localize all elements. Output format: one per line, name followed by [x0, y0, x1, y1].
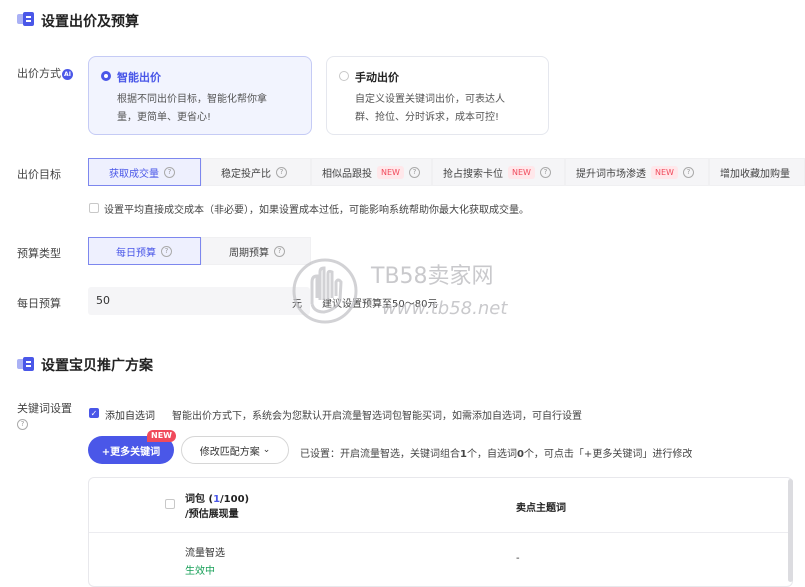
bid-target-tab-volume[interactable]: 获取成交量? — [88, 158, 201, 186]
bid-target-tab-label: 获取成交量 — [109, 168, 159, 180]
summary-count: 1 — [460, 449, 467, 460]
budget-tab-daily[interactable]: 每日预算? — [88, 237, 201, 265]
add-auto-checkbox[interactable]: ✓ — [89, 408, 99, 418]
table-row-theme: - — [516, 553, 520, 564]
help-icon[interactable]: ? — [161, 245, 172, 257]
summary-text: 个，可点击「+更多关键词」进行修改 — [523, 449, 693, 460]
modify-match-button[interactable]: 修改匹配方案 ⌄ — [181, 436, 289, 464]
table-scrollbar[interactable] — [788, 479, 793, 582]
summary-text: 已设置：开启流量智选，关键词组合 — [300, 449, 460, 460]
select-all-checkbox[interactable] — [165, 499, 175, 509]
section-icon — [17, 357, 35, 371]
manual-bid-card[interactable]: 手动出价 自定义设置关键词出价，可表达人 群、抢位、分时诉求，成本可控! — [326, 56, 549, 135]
bid-target-tab-favorites[interactable]: 增加收藏加购量 — [709, 158, 805, 186]
header-text: /预估展现量 — [185, 509, 239, 520]
daily-budget-label: 每日预算 — [17, 297, 61, 310]
keyword-summary: 已设置：开启流量智选，关键词组合1个，自选词0个，可点击「+更多关键词」进行修改 — [300, 445, 692, 460]
status-badge: 生效中 — [185, 566, 215, 577]
bid-target-tab-label: 稳定投产比 — [221, 168, 271, 180]
new-badge: NEW — [508, 165, 535, 179]
watermark-brand: TB58卖家网 — [371, 264, 494, 289]
budget-type-label: 预算类型 — [17, 247, 61, 260]
smart-bid-desc-line1: 根据不同出价目标，智能化帮你拿 — [117, 94, 267, 105]
help-icon[interactable]: ? — [17, 419, 28, 430]
bid-target-tab-rank[interactable]: 抢占搜索卡位 NEW? — [432, 158, 565, 186]
cost-checkbox-text: 设置平均直接成交成本（非必要），如果设置成本过低，可能影响系统帮助你最大化获取成… — [104, 205, 529, 216]
section-title-plan: 设置宝贝推广方案 — [41, 358, 153, 374]
table-header-package: 词包 (1/100) /预估展现量 — [185, 492, 249, 522]
budget-tab-label: 周期预算 — [229, 247, 269, 259]
summary-text: 个，自选词 — [466, 449, 517, 460]
new-badge: NEW — [377, 165, 404, 179]
new-badge: NEW — [147, 430, 176, 442]
modify-match-label: 修改匹配方案 — [199, 446, 260, 458]
help-icon[interactable]: ? — [682, 166, 694, 178]
bid-target-tab-similar[interactable]: 相似品跟投 NEW? — [311, 158, 432, 186]
bid-target-label: 出价目标 — [17, 168, 61, 181]
bid-target-tab-label: 提升词市场渗透 — [576, 168, 646, 180]
daily-budget-input[interactable]: 50 — [88, 287, 310, 315]
bid-target-tab-penetration[interactable]: 提升词市场渗透 NEW? — [565, 158, 709, 186]
smart-bid-desc: 根据不同出价目标，智能化帮你拿 量，更简单、更省心! — [117, 91, 267, 127]
bid-target-tab-label: 抢占搜索卡位 — [443, 168, 503, 180]
watermark-url: www.tb58.net — [382, 298, 508, 319]
summary-count: 0 — [516, 449, 524, 460]
smart-bid-radio[interactable] — [101, 71, 111, 81]
watermark-logo-icon — [290, 256, 360, 329]
add-auto-label: 添加自选词 — [105, 411, 155, 422]
help-icon[interactable]: ? — [274, 245, 285, 257]
help-icon[interactable]: ? — [408, 166, 420, 178]
new-badge: NEW — [651, 165, 678, 179]
table-row-name: 流量智选 — [185, 548, 225, 559]
manual-bid-desc-line2: 群、抢位、分时诉求，成本可控! — [355, 112, 500, 123]
table-header-theme: 卖点主题词 — [516, 503, 566, 514]
budget-tab-label: 每日预算 — [116, 247, 156, 259]
section-icon — [17, 12, 35, 26]
section-title-bidding: 设置出价及预算 — [41, 14, 139, 30]
manual-bid-radio[interactable] — [339, 71, 349, 81]
smart-bid-desc-line2: 量，更简单、更省心! — [117, 112, 212, 123]
smart-bid-title: 智能出价 — [117, 71, 161, 84]
header-text: /100) — [220, 494, 250, 505]
keyword-package-table: 词包 (1/100) /预估展现量 卖点主题词 流量智选 生效中 - — [88, 477, 793, 587]
help-icon[interactable]: ? — [539, 166, 551, 178]
header-text: 词包 ( — [185, 494, 214, 505]
bid-target-tab-label: 相似品跟投 — [322, 168, 372, 180]
help-icon[interactable]: ? — [276, 166, 287, 178]
header-count: 1 — [213, 494, 221, 505]
bid-method-label-text: 出价方式 — [17, 67, 61, 80]
keyword-help: ? — [17, 415, 28, 430]
smart-bid-card[interactable]: 智能出价 根据不同出价目标，智能化帮你拿 量，更简单、更省心! — [88, 56, 312, 135]
chevron-down-icon: ⌄ — [262, 445, 271, 455]
help-icon[interactable]: ? — [164, 166, 175, 178]
bid-method-label: 出价方式 AI — [17, 65, 73, 81]
manual-bid-desc: 自定义设置关键词出价，可表达人 群、抢位、分时诉求，成本可控! — [355, 91, 505, 127]
ai-icon: AI — [62, 69, 73, 80]
manual-bid-desc-line1: 自定义设置关键词出价，可表达人 — [355, 94, 505, 105]
cost-checkbox[interactable] — [89, 203, 99, 213]
add-auto-desc: 智能出价方式下，系统会为您默认开启流量智选词包智能买词，如需添加自选词，可自行设… — [172, 411, 582, 422]
keyword-settings-label: 关键词设置 — [17, 402, 72, 415]
bid-target-tab-roi[interactable]: 稳定投产比? — [201, 158, 311, 186]
daily-budget-value[interactable]: 50 — [96, 294, 110, 307]
manual-bid-title: 手动出价 — [355, 71, 399, 84]
bid-target-tab-label: 增加收藏加购量 — [720, 168, 790, 180]
